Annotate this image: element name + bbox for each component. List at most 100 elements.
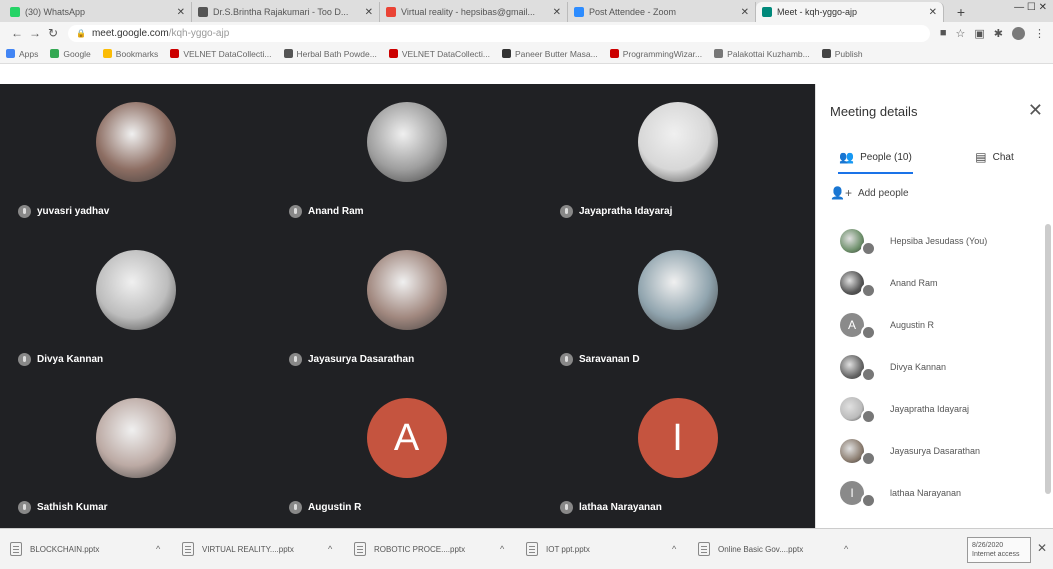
download-item[interactable]: ROBOTIC PROCE....pptx ^ xyxy=(354,542,526,556)
file-icon xyxy=(10,542,22,556)
bookmarks-bar: Apps Google Bookmarks VELNET DataCollect… xyxy=(0,44,1053,64)
chevron-up-icon[interactable]: ^ xyxy=(844,544,848,554)
menu-icon[interactable]: ⋮ xyxy=(1034,27,1045,40)
avatar-letter: I xyxy=(850,486,854,500)
chevron-up-icon[interactable]: ^ xyxy=(328,544,332,554)
mic-muted-icon xyxy=(560,205,573,218)
new-tab-button[interactable]: + xyxy=(950,3,972,21)
tab-people[interactable]: 👥 People (10) xyxy=(816,140,935,174)
bookmark-label: VELNET DataCollecti... xyxy=(183,48,272,59)
add-people-button[interactable]: 👤+ Add people xyxy=(830,186,909,200)
tab-title: Meet - kqh-yggo-ajp xyxy=(777,7,858,17)
bookmark-label: Palakottai Kuzhamb... xyxy=(727,48,810,59)
url-host: meet.google.com xyxy=(91,27,169,39)
bookmark-label: VELNET DataCollecti... xyxy=(401,48,491,59)
participant-nameplate: Jayasurya Dasarathan xyxy=(289,353,414,366)
participant-row[interactable]: A Augustin R xyxy=(816,304,1053,346)
participant-row[interactable]: Jayapratha Idayaraj xyxy=(816,388,1053,430)
participant-name: Jayapratha Idayaraj xyxy=(579,206,673,217)
download-item[interactable]: IOT ppt.pptx ^ xyxy=(526,542,698,556)
bookmark-item[interactable]: VELNET DataCollecti... xyxy=(388,48,491,59)
bookmark-item[interactable]: Publish xyxy=(821,49,863,59)
participant-tile[interactable]: A Augustin R xyxy=(271,380,542,528)
chevron-up-icon[interactable]: ^ xyxy=(672,544,676,554)
participant-avatar xyxy=(366,102,447,182)
participant-tile[interactable]: Ilathaa Narayanan xyxy=(542,380,813,528)
participant-row[interactable]: Ilathaa Narayanan xyxy=(816,472,1053,514)
profile-avatar[interactable] xyxy=(1012,26,1025,40)
bookmark-item[interactable]: Apps xyxy=(6,49,38,59)
participant-name: Jayasurya Dasarathan xyxy=(308,354,415,365)
browser-tab-gmail[interactable]: Virtual reality - hepsibas@gmail... ✕ xyxy=(380,2,568,22)
panel-title: Meeting details xyxy=(830,104,918,119)
browser-tab-whatsapp[interactable]: (30) WhatsApp ✕ xyxy=(4,2,192,22)
close-icon[interactable]: ✕ xyxy=(1037,541,1047,555)
tab-close-icon[interactable]: ✕ xyxy=(177,7,185,18)
participant-tile[interactable]: yuvasri yadhav xyxy=(0,84,271,232)
file-icon xyxy=(526,542,538,556)
site-icon xyxy=(198,7,208,17)
participant-tile[interactable]: Jayasurya Dasarathan xyxy=(271,232,542,380)
star-icon[interactable]: ☆ xyxy=(956,27,966,40)
browser-tab-zoom[interactable]: Post Attendee - Zoom ✕ xyxy=(568,2,756,22)
participant-name: lathaa Narayanan xyxy=(579,502,662,513)
forward-icon[interactable]: → xyxy=(26,26,44,40)
site-icon xyxy=(714,49,724,58)
tab-close-icon[interactable]: ✕ xyxy=(553,7,561,18)
participant-name: Sathish Kumar xyxy=(37,502,108,513)
bookmark-item[interactable]: Google xyxy=(50,49,91,59)
download-filename: VIRTUAL REALITY....pptx xyxy=(202,544,294,554)
participant-row[interactable]: Jayasurya Dasarathan xyxy=(816,430,1053,472)
bookmark-item[interactable]: Herbal Bath Powde... xyxy=(283,49,377,59)
youtube-icon xyxy=(170,49,180,58)
participant-tile[interactable]: Divya Kannan xyxy=(0,232,271,380)
bookmark-item[interactable]: Paneer Butter Masa... xyxy=(502,49,598,59)
browser-tab-too[interactable]: Dr.S.Brintha Rajakumari - Too D... ✕ xyxy=(192,2,380,22)
participant-nameplate: Saravanan D xyxy=(560,353,640,366)
url-field[interactable]: 🔒 meet.google.com /kqh-yggo-ajp xyxy=(68,24,930,42)
extension-icon[interactable]: ▣ xyxy=(974,27,984,40)
mic-muted-icon xyxy=(861,325,876,340)
download-item[interactable]: VIRTUAL REALITY....pptx ^ xyxy=(182,542,354,556)
back-icon[interactable]: ← xyxy=(8,26,26,40)
close-icon[interactable]: ✕ xyxy=(1028,100,1043,121)
star-icon xyxy=(102,49,112,58)
bookmark-item[interactable]: Palakottai Kuzhamb... xyxy=(714,49,810,59)
puzzle-icon[interactable]: ✱ xyxy=(994,27,1003,40)
download-filename: Online Basic Gov....pptx xyxy=(718,544,804,554)
facebook-icon xyxy=(502,49,512,58)
participant-tile[interactable]: Saravanan D xyxy=(542,232,813,380)
chevron-up-icon[interactable]: ^ xyxy=(500,544,504,554)
participant-name: yuvasri yadhav xyxy=(37,206,110,217)
download-item[interactable]: Online Basic Gov....pptx ^ xyxy=(698,542,870,556)
tab-close-icon[interactable]: ✕ xyxy=(741,7,749,18)
bookmark-item[interactable]: ProgrammingWizar... xyxy=(609,49,702,59)
tab-chat[interactable]: ▤ Chat xyxy=(935,140,1053,174)
reload-icon[interactable]: ↻ xyxy=(44,26,62,40)
youtube-icon xyxy=(609,49,619,58)
participant-tile[interactable]: Sathish Kumar xyxy=(0,380,271,528)
participant-row[interactable]: Anand Ram xyxy=(816,262,1053,304)
participant-tile[interactable]: Anand Ram xyxy=(271,84,542,232)
scrollbar[interactable] xyxy=(1045,224,1051,494)
camera-icon[interactable]: ■ xyxy=(940,27,947,39)
mic-muted-icon xyxy=(861,493,876,508)
window-controls[interactable]: — ☐ ✕ xyxy=(1014,2,1047,13)
bookmark-item[interactable]: VELNET DataCollecti... xyxy=(170,48,272,59)
participant-tile[interactable]: Jayapratha Idayaraj xyxy=(542,84,813,232)
publish-icon xyxy=(821,49,831,58)
participant-name: Jayapratha Idayaraj xyxy=(890,404,970,414)
participant-row[interactable]: Hepsiba Jesudass (You) xyxy=(816,220,1053,262)
chevron-up-icon[interactable]: ^ xyxy=(156,544,160,554)
browser-tab-meet[interactable]: Meet - kqh-yggo-ajp ✕ xyxy=(756,2,944,22)
participant-nameplate: yuvasri yadhav xyxy=(18,205,109,218)
file-icon xyxy=(354,542,366,556)
tab-close-icon[interactable]: ✕ xyxy=(365,7,373,18)
bookmark-label: Paneer Butter Masa... xyxy=(515,48,598,59)
bookmark-item[interactable]: Bookmarks xyxy=(102,49,158,59)
participant-row[interactable]: Divya Kannan xyxy=(816,346,1053,388)
add-people-label: Add people xyxy=(857,187,909,199)
tab-close-icon[interactable]: ✕ xyxy=(929,7,937,18)
download-item[interactable]: BLOCKCHAIN.pptx ^ xyxy=(10,542,182,556)
mic-muted-icon xyxy=(289,501,302,514)
